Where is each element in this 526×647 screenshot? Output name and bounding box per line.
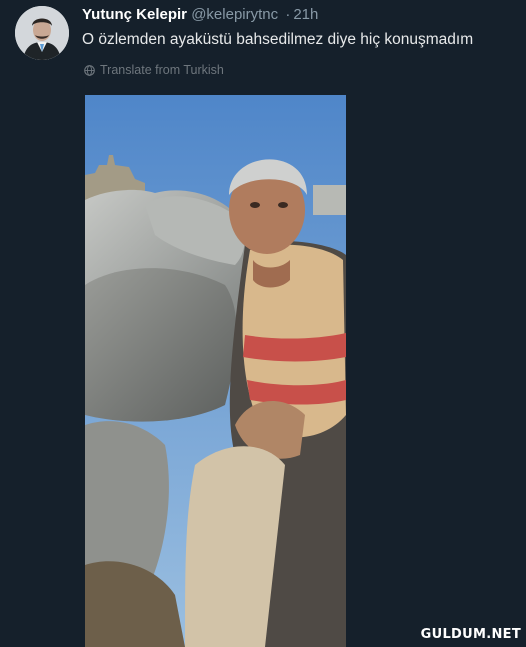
- tweet-card[interactable]: Yutunç Kelepir @kelepirytnc · 21h O özlem…: [0, 0, 526, 647]
- author-name[interactable]: Yutunç Kelepir: [82, 6, 187, 23]
- video-frame: [85, 95, 346, 647]
- avatar[interactable]: [15, 6, 69, 60]
- tweet-time[interactable]: 21h: [293, 6, 318, 23]
- translate-label[interactable]: Translate from Turkish: [100, 63, 224, 77]
- globe-icon: [84, 64, 95, 76]
- translate-link[interactable]: Translate from Turkish: [84, 63, 224, 77]
- author-handle[interactable]: @kelepirytnc: [191, 6, 278, 23]
- separator-dot: ·: [285, 6, 291, 23]
- tweet-video[interactable]: [85, 95, 346, 647]
- site-watermark: GULDUM.NET: [420, 627, 521, 642]
- tweet-text: O özlemden ayaküstü bahsedilmez diye hiç…: [82, 31, 474, 48]
- tweet-header: Yutunç Kelepir @kelepirytnc · 21h: [82, 6, 318, 23]
